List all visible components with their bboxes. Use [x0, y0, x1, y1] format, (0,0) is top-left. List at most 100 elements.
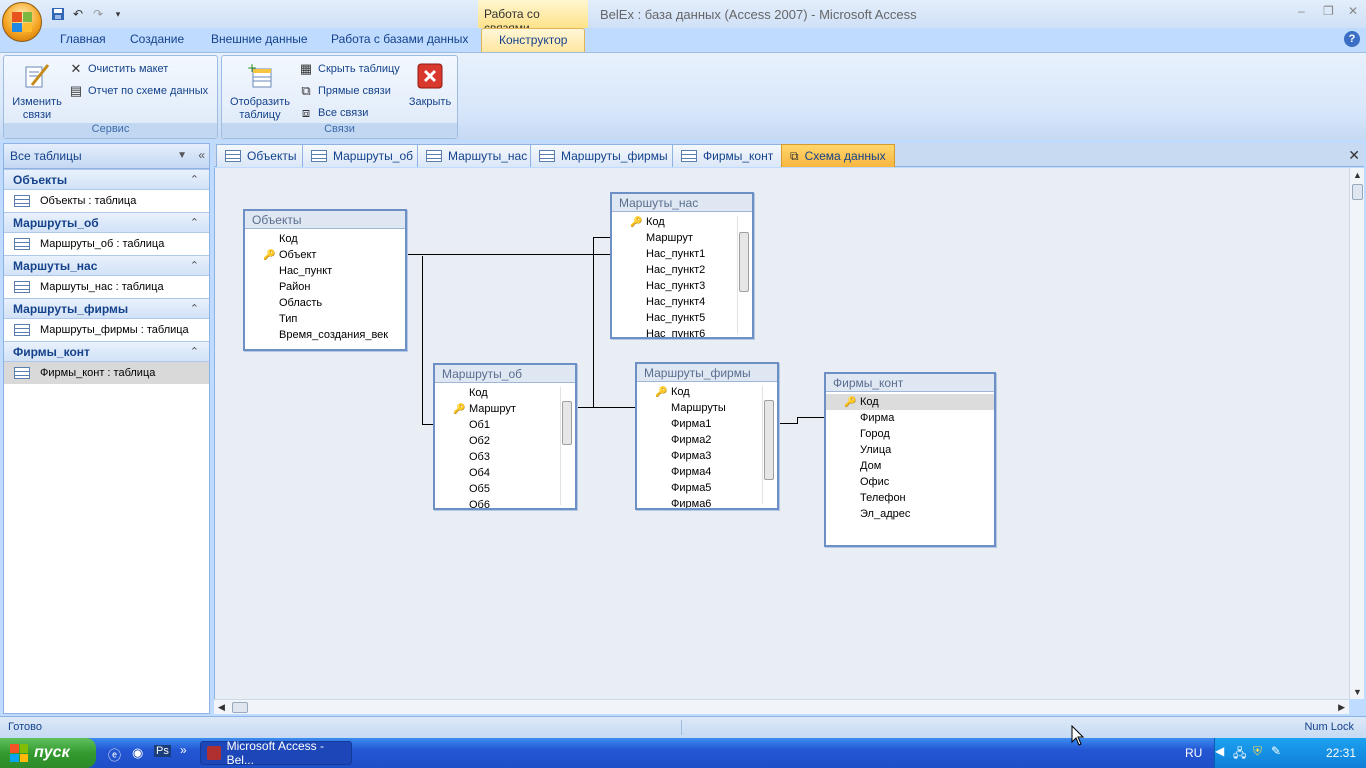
start-button[interactable]: пуск	[0, 738, 96, 768]
nav-item-marsh-firm[interactable]: Маршруты_фирмы : таблица	[4, 319, 209, 341]
tray-expand-icon[interactable]: ◀	[1215, 744, 1224, 758]
relation-line[interactable]	[797, 417, 798, 424]
field[interactable]: Фирма2	[637, 432, 777, 448]
field[interactable]: Улица	[826, 442, 994, 458]
photoshop-icon[interactable]: Ps	[154, 745, 171, 757]
table-title[interactable]: Фирмы_конт	[826, 374, 994, 392]
tab-external-data[interactable]: Внешние данные	[211, 32, 308, 46]
hide-table-button[interactable]: ▦ Скрыть таблицу	[298, 60, 400, 78]
network-icon[interactable]: 🖧	[1233, 744, 1246, 765]
close-window-icon[interactable]: ✕	[1348, 4, 1358, 18]
nav-item-marsh-nas[interactable]: Маршуты_нас : таблица	[4, 276, 209, 298]
media-icon[interactable]: ◉	[132, 745, 143, 761]
table-box-marsh-nas[interactable]: Маршуты_нас 🔑 Код Маршрут Нас_пункт1 Нас_…	[610, 192, 754, 339]
table-box-objects[interactable]: Объекты Код 🔑 Объект Нас_пункт Район Обла…	[243, 209, 407, 351]
tab-home[interactable]: Главная	[60, 32, 106, 46]
chevron-up-icon[interactable]: ⌃	[190, 259, 199, 272]
nav-collapse-icon[interactable]: «	[198, 148, 205, 162]
field[interactable]: Маршруты	[637, 400, 777, 416]
nav-group-firm-kont[interactable]: Фирмы_конт ⌃	[4, 341, 209, 362]
chevron-up-icon[interactable]: ⌃	[190, 345, 199, 358]
field[interactable]: Эл_адрес	[826, 506, 994, 522]
field[interactable]: Район	[245, 279, 405, 295]
field[interactable]: Фирма	[826, 410, 994, 426]
relation-line[interactable]	[593, 237, 611, 238]
language-indicator[interactable]: RU	[1185, 746, 1202, 760]
schema-report-button[interactable]: ▤ Отчет по схеме данных	[68, 82, 208, 100]
canvas-horizontal-scrollbar[interactable]: ◀ ▶	[214, 699, 1349, 714]
field[interactable]: Нас_пункт3	[612, 278, 752, 294]
field[interactable]: Об1	[435, 417, 575, 433]
field[interactable]: Фирма5	[637, 480, 777, 496]
scroll-thumb[interactable]	[1352, 184, 1363, 200]
save-icon[interactable]	[50, 6, 66, 22]
nav-group-marsh-ob[interactable]: Маршруты_об ⌃	[4, 212, 209, 233]
nav-item-marsh-ob[interactable]: Маршруты_об : таблица	[4, 233, 209, 255]
relation-line[interactable]	[577, 407, 635, 408]
redo-icon[interactable]: ↷	[90, 6, 106, 22]
field[interactable]: Об4	[435, 465, 575, 481]
table-scrollbar[interactable]	[560, 387, 572, 505]
nav-dropdown-icon[interactable]: ▼	[177, 150, 187, 161]
field[interactable]: Нас_пункт	[245, 263, 405, 279]
tab-create[interactable]: Создание	[130, 32, 184, 46]
nav-item-objects[interactable]: Объекты : таблица	[4, 190, 209, 212]
more-icons-chevron[interactable]: »	[180, 743, 187, 757]
canvas-vertical-scrollbar[interactable]: ▲ ▼	[1349, 168, 1364, 699]
field[interactable]: Об3	[435, 449, 575, 465]
table-title[interactable]: Объекты	[245, 211, 405, 229]
office-button[interactable]	[2, 2, 42, 42]
close-document-icon[interactable]: ✕	[1348, 147, 1360, 164]
table-title[interactable]: Маршруты_об	[435, 365, 575, 383]
undo-icon[interactable]: ↶	[70, 6, 86, 22]
field[interactable]: 🔑 Код	[637, 384, 777, 400]
table-box-marsh-firm[interactable]: Маршруты_фирмы 🔑 Код Маршруты Фирма1 Фирм…	[635, 362, 779, 510]
field[interactable]: 🔑 Код	[826, 394, 994, 410]
doc-tab-objects[interactable]: Объекты	[216, 144, 306, 167]
table-box-firm-kont[interactable]: Фирмы_конт 🔑 Код Фирма Город Улица Дом Оф…	[824, 372, 996, 547]
table-title[interactable]: Маршруты_фирмы	[637, 364, 777, 382]
nav-group-marsh-firm[interactable]: Маршруты_фирмы ⌃	[4, 298, 209, 319]
edit-relations-button[interactable]: Изменить связи	[7, 60, 67, 122]
minimize-icon[interactable]: –	[1298, 4, 1305, 18]
field[interactable]: Область	[245, 295, 405, 311]
scroll-down-icon[interactable]: ▼	[1353, 687, 1362, 697]
show-table-button[interactable]: + Отобразить таблицу	[225, 60, 295, 122]
scroll-thumb[interactable]	[232, 702, 248, 713]
field[interactable]: Нас_пункт1	[612, 246, 752, 262]
field[interactable]: Нас_пункт5	[612, 310, 752, 326]
field[interactable]: Об5	[435, 481, 575, 497]
scroll-left-icon[interactable]: ◀	[218, 702, 225, 713]
field[interactable]: Фирма4	[637, 464, 777, 480]
clear-layout-button[interactable]: ✕ Очистить макет	[68, 60, 169, 78]
field[interactable]: 🔑 Код	[612, 214, 752, 230]
close-relations-button[interactable]: Закрыть	[405, 60, 455, 109]
field[interactable]: Тип	[245, 311, 405, 327]
field[interactable]: Дом	[826, 458, 994, 474]
table-title[interactable]: Маршуты_нас	[612, 194, 752, 212]
doc-tab-schema[interactable]: ⧉ Схема данных	[781, 144, 895, 167]
relation-line[interactable]	[593, 237, 594, 407]
customize-qat-icon[interactable]: ▾	[110, 6, 126, 22]
doc-tab-marsh-ob[interactable]: Маршруты_об	[302, 144, 422, 167]
field[interactable]: Нас_пункт4	[612, 294, 752, 310]
chevron-up-icon[interactable]: ⌃	[190, 216, 199, 229]
relation-line[interactable]	[779, 423, 797, 424]
table-scrollbar[interactable]	[737, 216, 749, 334]
field[interactable]: Фирма6	[637, 496, 777, 508]
field[interactable]: Офис	[826, 474, 994, 490]
nav-group-marsh-nas[interactable]: Маршуты_нас ⌃	[4, 255, 209, 276]
chevron-up-icon[interactable]: ⌃	[190, 302, 199, 315]
table-scrollbar[interactable]	[762, 386, 774, 504]
field[interactable]: Город	[826, 426, 994, 442]
field[interactable]: Время_создания_век	[245, 327, 405, 343]
scroll-right-icon[interactable]: ▶	[1338, 702, 1345, 713]
field[interactable]: Фирма1	[637, 416, 777, 432]
field[interactable]: Код	[245, 231, 405, 247]
field[interactable]: Нас_пункт6	[612, 326, 752, 337]
field[interactable]: 🔑 Объект	[245, 247, 405, 263]
field[interactable]: Телефон	[826, 490, 994, 506]
doc-tab-marsh-firm[interactable]: Маршруты_фирмы	[530, 144, 677, 167]
nav-item-firm-kont[interactable]: Фирмы_конт : таблица	[4, 362, 209, 384]
nav-group-objects[interactable]: Объекты ⌃	[4, 169, 209, 190]
